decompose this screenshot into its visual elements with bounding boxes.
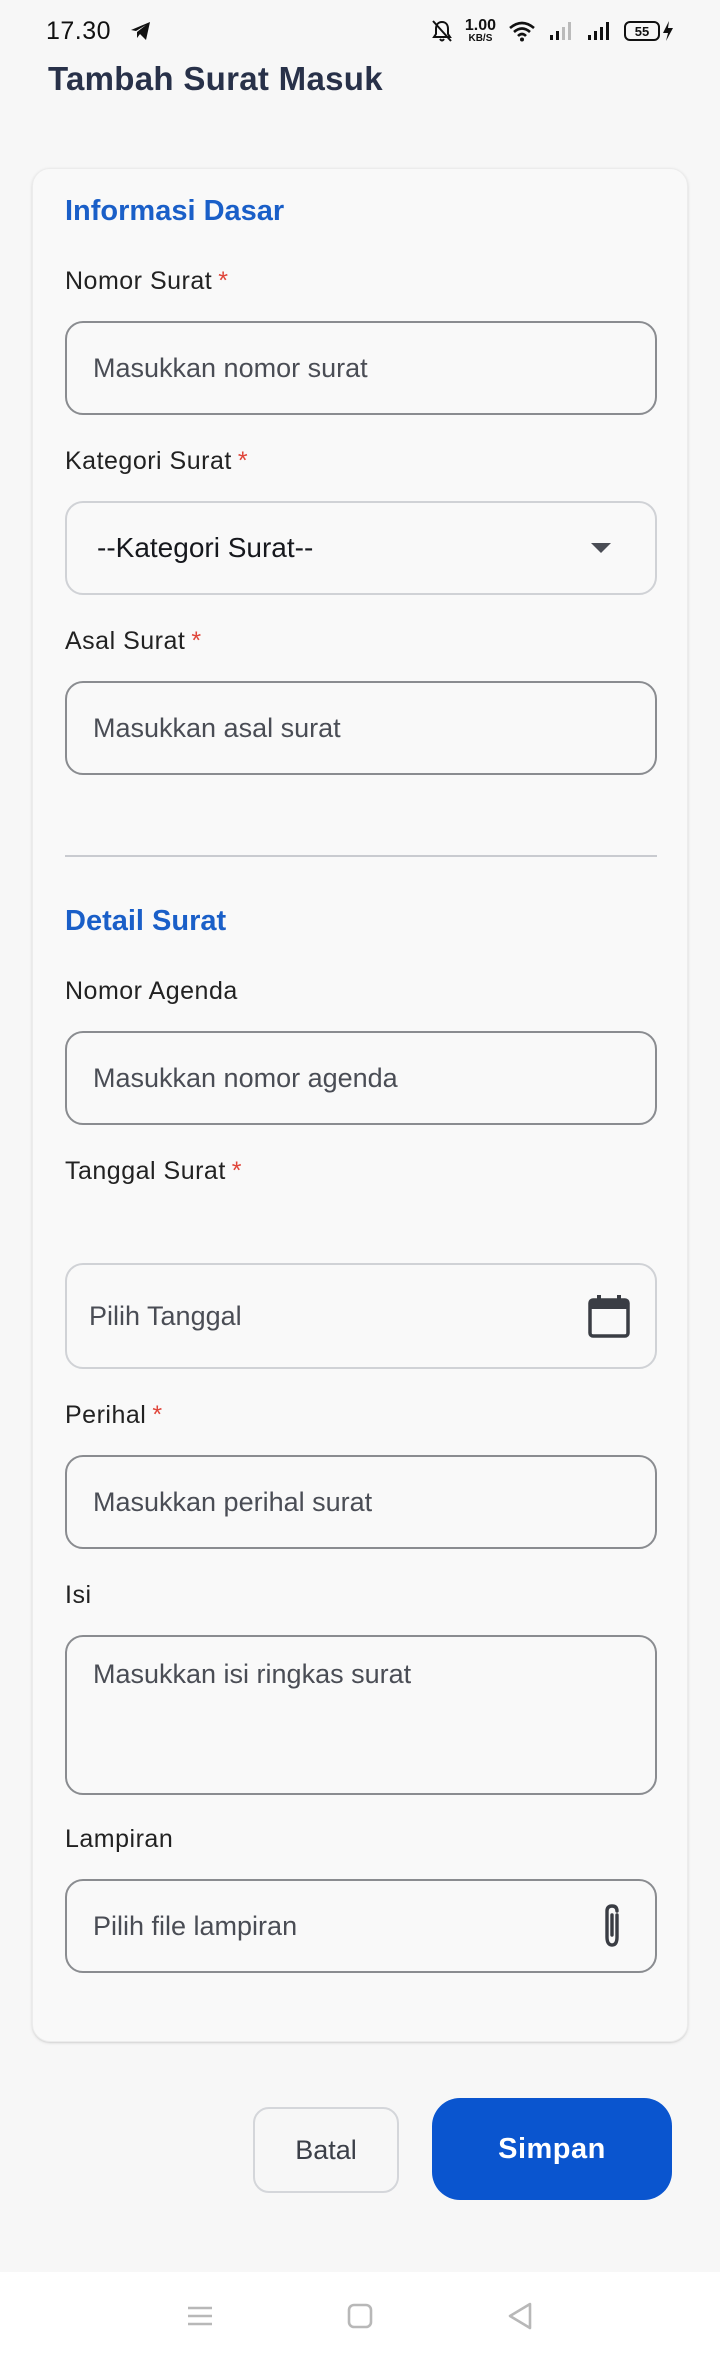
required-mark: * [237, 447, 249, 475]
nomor-agenda-label: Nomor Agenda [65, 977, 238, 1005]
cancel-button[interactable]: Batal [253, 2107, 399, 2193]
paperclip-icon[interactable] [599, 1903, 625, 1949]
status-icons: 1.00 KB/S 55 [431, 18, 674, 44]
required-mark: * [218, 267, 229, 295]
wifi-icon [509, 21, 535, 42]
form-card: Informasi Dasar Nomor Surat * Masukkan no… [32, 168, 688, 2042]
lampiran-label: Lampiran [65, 1825, 174, 1853]
signal-icon-2 [588, 22, 609, 40]
kategori-surat-label: Kategori Surat * [65, 447, 248, 476]
telegram-icon [131, 22, 151, 40]
system-nav-bar [0, 2272, 720, 2360]
signal-icon-1 [550, 22, 571, 40]
status-time: 17.30 [46, 16, 112, 45]
perihal-label-text: Perihal [65, 1401, 147, 1429]
nomor-agenda-placeholder: Masukkan nomor agenda [93, 1062, 398, 1093]
perihal-placeholder: Masukkan perihal surat [93, 1486, 373, 1517]
bell-muted-icon [431, 20, 452, 42]
required-mark: * [152, 1401, 163, 1429]
home-icon[interactable] [346, 2302, 374, 2330]
save-button[interactable]: Simpan [432, 2098, 672, 2200]
nomor-surat-placeholder: Masukkan nomor surat [93, 352, 368, 383]
net-speed: 1.00 KB/S [465, 18, 496, 44]
charging-icon [663, 21, 673, 41]
required-mark: * [231, 1157, 243, 1185]
isi-label: Isi [65, 1581, 92, 1609]
calendar-icon[interactable] [587, 1293, 631, 1339]
menu-icon[interactable] [186, 2304, 214, 2328]
nomor-surat-label-text: Nomor Surat [65, 267, 213, 295]
kategori-surat-value: --Kategori Surat-- [97, 532, 314, 563]
asal-surat-label-text: Asal Surat [65, 627, 186, 655]
tanggal-surat-picker[interactable]: Pilih Tanggal [65, 1263, 657, 1369]
page-title: Tambah Surat Masuk [48, 60, 383, 97]
back-icon[interactable] [506, 2301, 534, 2331]
nomor-surat-input[interactable]: Masukkan nomor surat [65, 321, 657, 415]
tanggal-surat-label: Tanggal Surat * [65, 1157, 242, 1186]
kategori-surat-select[interactable]: --Kategori Surat-- [65, 501, 657, 595]
isi-textarea[interactable]: Masukkan isi ringkas surat [65, 1635, 657, 1795]
nomor-agenda-input[interactable]: Masukkan nomor agenda [65, 1031, 657, 1125]
kategori-surat-label-text: Kategori Surat [65, 447, 232, 475]
isi-placeholder: Masukkan isi ringkas surat [93, 1659, 412, 1689]
asal-surat-placeholder: Masukkan asal surat [93, 712, 341, 743]
section-title-detail: Detail Surat [65, 905, 227, 937]
lampiran-placeholder: Pilih file lampiran [93, 1910, 298, 1941]
lampiran-input[interactable]: Pilih file lampiran [65, 1879, 657, 1973]
battery-level: 55 [624, 21, 660, 41]
net-speed-unit: KB/S [468, 33, 493, 44]
page: 17.30 1.00 KB/S 55 Tambah Surat Masuk In… [0, 0, 720, 2360]
nomor-surat-label: Nomor Surat * [65, 267, 228, 296]
battery: 55 [624, 20, 674, 42]
asal-surat-input[interactable]: Masukkan asal surat [65, 681, 657, 775]
tanggal-surat-placeholder: Pilih Tanggal [89, 1300, 242, 1331]
net-speed-value: 1.00 [464, 17, 496, 34]
tanggal-surat-label-text: Tanggal Surat [65, 1157, 226, 1185]
perihal-input[interactable]: Masukkan perihal surat [65, 1455, 657, 1549]
chevron-down-icon [591, 543, 611, 553]
status-bar: 17.30 1.00 KB/S 55 [0, 0, 720, 62]
section-title-basic: Informasi Dasar [65, 195, 285, 227]
section-divider [65, 855, 657, 857]
asal-surat-label: Asal Surat * [65, 627, 202, 656]
perihal-label: Perihal * [65, 1401, 163, 1430]
required-mark: * [191, 627, 202, 655]
